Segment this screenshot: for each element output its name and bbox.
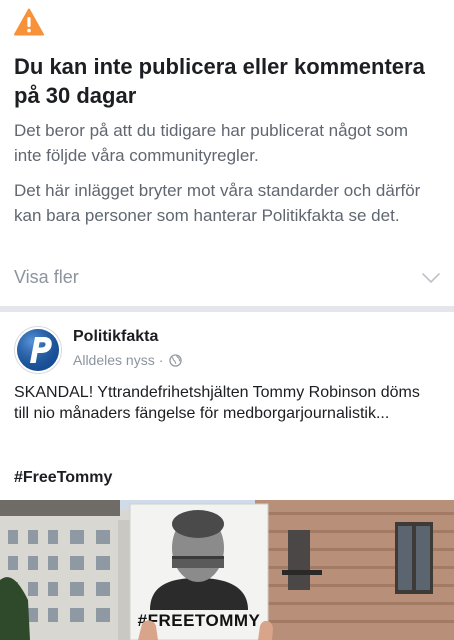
notice-title: Du kan inte publicera eller kommentera p… bbox=[14, 54, 425, 108]
chevron-down-icon bbox=[422, 273, 440, 283]
post-meta: Alldeles nyss · bbox=[73, 352, 183, 368]
show-more-button[interactable]: Visa fler bbox=[0, 258, 454, 302]
show-more-label: Visa fler bbox=[14, 267, 79, 287]
globe-icon[interactable] bbox=[169, 353, 183, 367]
avatar[interactable] bbox=[14, 326, 62, 374]
restriction-notice: Du kan inte publicera eller kommentera p… bbox=[0, 0, 454, 306]
notice-paragraph-reason: Det beror på att du tidigare har publice… bbox=[14, 121, 409, 165]
page-name[interactable]: Politikfakta bbox=[73, 328, 158, 346]
notice-paragraph-violation: Det här inlägget bryter mot våra standar… bbox=[14, 181, 421, 225]
meta-separator: · bbox=[158, 352, 164, 368]
warning-triangle-icon bbox=[14, 8, 44, 36]
timestamp[interactable]: Alldeles nyss bbox=[73, 352, 155, 368]
feed-post: Politikfakta Alldeles nyss · SKANDAL! Yt… bbox=[0, 312, 454, 640]
post-text: SKANDAL! Yttrandefrihetshjälten Tommy Ro… bbox=[14, 384, 420, 422]
hashtag-link[interactable]: #FreeTommy bbox=[14, 469, 112, 487]
post-photo[interactable]: #FREETOMMY bbox=[0, 500, 454, 640]
